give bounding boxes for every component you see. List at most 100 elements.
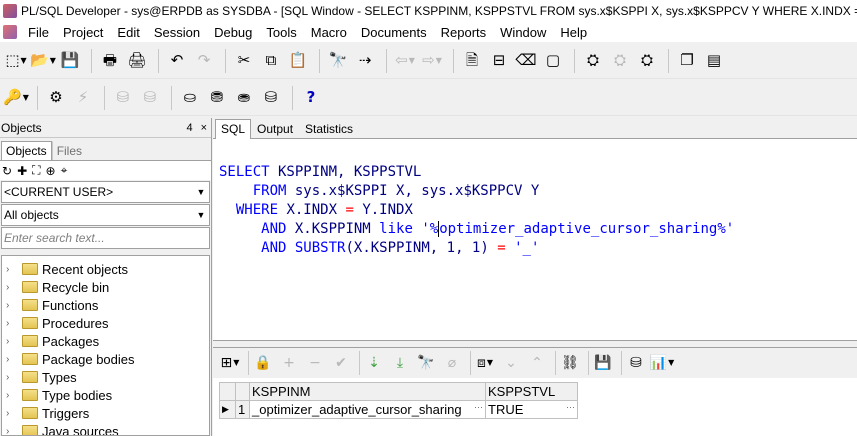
bookmark-icon[interactable]: ⊟ <box>487 49 511 73</box>
menu-help[interactable]: Help <box>553 25 594 40</box>
menu-window[interactable]: Window <box>493 25 553 40</box>
plug-icon[interactable]: ⛭ <box>581 49 605 73</box>
tab-sql[interactable]: SQL <box>215 119 252 139</box>
explain-plan-icon[interactable]: ⛁ <box>259 86 283 110</box>
tree-item[interactable]: › Type bodies <box>2 386 209 404</box>
break-icon[interactable]: ⚡ <box>71 86 95 110</box>
chevron-right-icon[interactable]: › <box>6 300 16 311</box>
tree-item[interactable]: › Triggers <box>2 404 209 422</box>
find-icon[interactable]: ⛶ <box>32 163 40 178</box>
tab-objects[interactable]: Objects <box>1 141 52 160</box>
chart-icon[interactable]: 📊 ▼ <box>650 352 675 374</box>
tab-statistics[interactable]: Statistics <box>299 119 359 138</box>
tree-item[interactable]: › Java sources <box>2 422 209 436</box>
help-icon[interactable]: ? <box>299 86 323 110</box>
chevron-right-icon[interactable]: › <box>6 426 16 436</box>
chevron-up-icon[interactable]: ⌃ <box>526 352 548 374</box>
forward-icon[interactable]: ⇨ ▼ <box>420 49 444 73</box>
plug-list-icon[interactable]: ⛭ <box>635 49 659 73</box>
chevron-right-icon[interactable]: › <box>6 354 16 365</box>
column-header-ksppstvl[interactable]: KSPPSTVL <box>485 382 578 401</box>
menu-edit[interactable]: Edit <box>110 25 146 40</box>
print-preview-icon[interactable]: 🖨 <box>125 49 149 73</box>
search-input[interactable]: Enter search text... <box>1 227 210 249</box>
chevron-down-icon[interactable]: ▼ <box>193 210 209 220</box>
chevron-down-icon[interactable]: ▼ <box>193 187 209 197</box>
find-next-icon[interactable]: ⇢ <box>353 49 377 73</box>
column-header-ksppinm[interactable]: KSPPINM <box>249 382 486 401</box>
print-icon[interactable]: 🖶 <box>98 49 122 73</box>
find-icon[interactable]: 🔭 <box>326 49 350 73</box>
tree-item[interactable]: › Procedures <box>2 314 209 332</box>
menu-tools[interactable]: Tools <box>259 25 303 40</box>
tab-files[interactable]: Files <box>51 141 87 160</box>
find-icon[interactable]: 🔭 <box>415 352 437 374</box>
paste-icon[interactable]: 📋 <box>286 49 310 73</box>
cell-editor-button[interactable]: ··· <box>562 402 575 412</box>
tile-windows-icon[interactable]: ▤ <box>702 49 726 73</box>
check-document-icon[interactable]: 🗎 <box>460 49 484 73</box>
chevron-right-icon[interactable]: › <box>6 318 16 329</box>
tree-item[interactable]: › Package bodies <box>2 350 209 368</box>
tree-item[interactable]: › Types <box>2 368 209 386</box>
redo-icon[interactable]: ↷ <box>192 49 216 73</box>
cell-ksppstvl[interactable]: TRUE ··· <box>485 400 578 419</box>
link-icon[interactable]: ⛓ <box>559 352 581 374</box>
cell-editor-button[interactable]: ··· <box>470 402 483 412</box>
table-row[interactable]: ▶ 1 _optimizer_adaptive_cursor_sharing ··… <box>219 400 578 419</box>
tab-output[interactable]: Output <box>251 119 299 138</box>
add-icon[interactable]: ✚ <box>17 164 27 178</box>
database-icon[interactable]: ⛀ <box>178 86 202 110</box>
lock-icon[interactable]: 🔒 <box>252 352 274 374</box>
undo-icon[interactable]: ↶ <box>165 49 189 73</box>
insert-record-icon[interactable]: + <box>278 352 300 374</box>
export-icon[interactable]: ⛁ <box>625 352 647 374</box>
menu-macro[interactable]: Macro <box>304 25 354 40</box>
key-icon[interactable]: 🔑 ▼ <box>3 86 29 110</box>
tree-item[interactable]: › Recent objects <box>2 260 209 278</box>
cut-icon[interactable]: ✂ <box>232 49 256 73</box>
menu-project[interactable]: Project <box>56 25 110 40</box>
save-icon[interactable]: 💾 <box>58 49 82 73</box>
tag-icon[interactable]: ⌖ <box>61 163 68 178</box>
chevron-right-icon[interactable]: › <box>6 390 16 401</box>
chevron-right-icon[interactable]: › <box>6 372 16 383</box>
objects-select[interactable]: All objects ▼ <box>1 204 210 226</box>
cascade-windows-icon[interactable]: ❐ <box>675 49 699 73</box>
document-icon[interactable] <box>3 25 17 39</box>
tree-item[interactable]: › Packages <box>2 332 209 350</box>
sql-window-icon[interactable]: ⛃ <box>205 86 229 110</box>
tree-item[interactable]: › Functions <box>2 296 209 314</box>
chevron-right-icon[interactable]: › <box>6 336 16 347</box>
plug-disabled-icon[interactable]: ⛭ <box>608 49 632 73</box>
user-select[interactable]: <CURRENT USER> ▼ <box>1 181 210 203</box>
chevron-down-icon[interactable]: ⌄ <box>500 352 522 374</box>
clear-icon[interactable]: ⌀ <box>441 352 463 374</box>
pin-icon[interactable]: 4 <box>186 122 192 134</box>
eraser-icon[interactable]: ⌫ <box>514 49 538 73</box>
cell-ksppinm[interactable]: _optimizer_adaptive_cursor_sharing ··· <box>249 400 486 419</box>
tree-item[interactable]: › Recycle bin <box>2 278 209 296</box>
chevron-right-icon[interactable]: › <box>6 408 16 419</box>
command-window-icon[interactable]: ⛂ <box>232 86 256 110</box>
menu-documents[interactable]: Documents <box>354 25 434 40</box>
menu-reports[interactable]: Reports <box>434 25 494 40</box>
save-icon[interactable]: 💾 <box>592 352 614 374</box>
sql-editor[interactable]: SELECT KSPPINM, KSPPSTVL FROM sys.x$KSPP… <box>213 140 857 340</box>
menu-file[interactable]: File <box>21 25 56 40</box>
gear-icon[interactable]: ⚙ <box>44 86 68 110</box>
query-by-example-icon[interactable]: ⧈ ▼ <box>474 352 496 374</box>
refresh-icon[interactable]: ↻ <box>2 164 12 178</box>
open-folder-icon[interactable]: 📂 ▼ <box>30 49 56 73</box>
back-icon[interactable]: ⇦ ▼ <box>393 49 417 73</box>
copy-icon[interactable]: ⧉ <box>259 49 283 73</box>
clipboard-icon[interactable]: ▢ <box>541 49 565 73</box>
grid-icon[interactable]: ⊞ ▼ <box>219 352 241 374</box>
chevron-right-icon[interactable]: › <box>6 282 16 293</box>
post-changes-icon[interactable]: ✔ <box>330 352 352 374</box>
menu-session[interactable]: Session <box>147 25 207 40</box>
chevron-right-icon[interactable]: › <box>6 264 16 275</box>
new-icon[interactable]: ⬚ ▼ <box>4 49 28 73</box>
close-icon[interactable]: × <box>201 122 207 134</box>
editor-splitter[interactable] <box>213 340 857 348</box>
